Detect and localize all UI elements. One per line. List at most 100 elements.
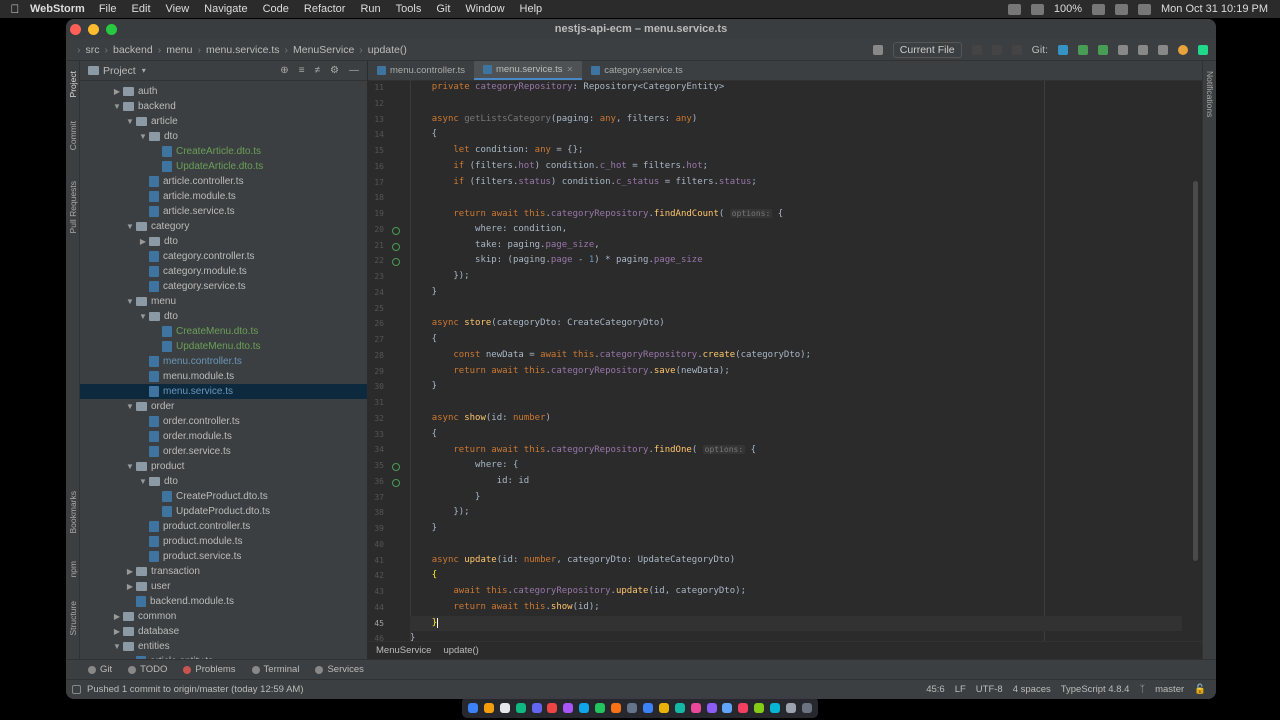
clock[interactable]: Mon Oct 31 10:19 PM bbox=[1161, 3, 1268, 15]
code-line[interactable]: } bbox=[410, 490, 480, 505]
code-line[interactable]: } bbox=[410, 379, 437, 394]
breadcrumb-item[interactable]: menu.service.ts bbox=[206, 44, 280, 56]
code-line[interactable]: const newData = await this.categoryRepos… bbox=[410, 348, 811, 363]
code-line[interactable]: where: condition, bbox=[410, 222, 567, 237]
tree-file[interactable]: ▶CreateArticle.dto.ts bbox=[80, 144, 367, 159]
chevron-right-icon[interactable]: ▶ bbox=[137, 237, 149, 246]
dock-app-icon[interactable] bbox=[706, 702, 717, 713]
code-line[interactable]: }); bbox=[410, 269, 469, 284]
tree-file[interactable]: ▶UpdateArticle.dto.ts bbox=[80, 159, 367, 174]
line-separator[interactable]: LF bbox=[955, 684, 966, 695]
tree-folder[interactable]: ▶ transaction bbox=[80, 564, 367, 579]
tree-folder[interactable]: ▼ article bbox=[80, 114, 367, 129]
caret-position[interactable]: 45:6 bbox=[926, 684, 945, 695]
git-branch[interactable]: master bbox=[1155, 684, 1184, 695]
dock-app-icon[interactable] bbox=[674, 702, 685, 713]
minimize-window-button[interactable] bbox=[88, 23, 99, 35]
tool-window-git[interactable]: Git bbox=[88, 664, 112, 675]
tree-file[interactable]: ▶product.service.ts bbox=[80, 549, 367, 564]
code-line[interactable]: return await this.categoryRepository.fin… bbox=[410, 442, 756, 457]
tree-folder[interactable]: ▶ database bbox=[80, 624, 367, 639]
editor-scrollbar[interactable] bbox=[1193, 181, 1198, 561]
history-icon[interactable] bbox=[1118, 44, 1128, 55]
menu-refactor[interactable]: Refactor bbox=[304, 3, 346, 15]
implements-gutter-icon[interactable] bbox=[392, 258, 400, 267]
tree-folder[interactable]: ▶ common bbox=[80, 609, 367, 624]
code-line[interactable]: async show(id: number) bbox=[410, 411, 551, 426]
side-tab-notifications[interactable]: Notifications bbox=[1203, 71, 1216, 117]
tree-file[interactable]: ▶order.service.ts bbox=[80, 444, 367, 459]
stop-icon[interactable] bbox=[1011, 44, 1022, 55]
code-line[interactable]: { bbox=[410, 127, 437, 142]
code-line[interactable]: let condition: any = {}; bbox=[410, 143, 583, 158]
code-line[interactable]: await this.categoryRepository.update(id,… bbox=[410, 584, 746, 599]
side-tab-npm[interactable]: npm bbox=[66, 561, 80, 578]
control-center-icon[interactable] bbox=[1138, 3, 1151, 15]
language-service[interactable]: TypeScript 4.8.4 bbox=[1061, 684, 1130, 695]
dock-app-icon[interactable] bbox=[547, 702, 558, 713]
code-line[interactable]: } bbox=[410, 521, 437, 536]
dock-app-icon[interactable] bbox=[642, 702, 653, 713]
tree-file[interactable]: ▶order.module.ts bbox=[80, 429, 367, 444]
chevron-down-icon[interactable]: ▼ bbox=[137, 477, 149, 486]
tree-file[interactable]: ▶product.controller.ts bbox=[80, 519, 367, 534]
dock-app-icon[interactable] bbox=[611, 702, 622, 713]
status-message[interactable]: Pushed 1 commit to origin/master (today … bbox=[87, 684, 304, 695]
code-line[interactable]: if (filters.status) condition.c_status =… bbox=[410, 175, 756, 190]
collapse-all-icon[interactable]: ≠ bbox=[315, 65, 321, 76]
code-line[interactable]: async update(id: number, categoryDto: Up… bbox=[410, 553, 735, 568]
menu-file[interactable]: File bbox=[99, 3, 117, 15]
code-line[interactable]: } bbox=[410, 631, 415, 641]
dock-app-icon[interactable] bbox=[579, 702, 590, 713]
dock-app-icon[interactable] bbox=[595, 702, 606, 713]
file-encoding[interactable]: UTF-8 bbox=[976, 684, 1003, 695]
tree-file[interactable]: ▶category.controller.ts bbox=[80, 249, 367, 264]
dock-app-icon[interactable] bbox=[531, 702, 542, 713]
editor-tab[interactable]: category.service.ts bbox=[582, 61, 692, 80]
tree-folder[interactable]: ▶ user bbox=[80, 579, 367, 594]
code-breadcrumb-item[interactable]: update() bbox=[443, 645, 478, 656]
editor-tab[interactable]: menu.controller.ts bbox=[368, 61, 474, 80]
dock-app-icon[interactable] bbox=[722, 702, 733, 713]
menu-run[interactable]: Run bbox=[360, 3, 380, 15]
code-line[interactable]: return await this.categoryRepository.sav… bbox=[410, 364, 729, 379]
battery-label[interactable]: 100% bbox=[1054, 3, 1082, 15]
tree-file[interactable]: ▶article.service.ts bbox=[80, 204, 367, 219]
tree-file[interactable]: ▶article.controller.ts bbox=[80, 174, 367, 189]
tree-file[interactable]: ▶product.module.ts bbox=[80, 534, 367, 549]
record-icon[interactable] bbox=[1007, 3, 1021, 15]
tool-window-todo[interactable]: TODO bbox=[128, 664, 167, 675]
apple-icon[interactable]:  bbox=[0, 2, 30, 16]
tree-file[interactable]: ▶order.controller.ts bbox=[80, 414, 367, 429]
chevron-down-icon[interactable]: ▼ bbox=[137, 312, 149, 321]
breadcrumb-item[interactable]: src bbox=[86, 44, 100, 56]
chevron-down-icon[interactable]: ▼ bbox=[124, 222, 136, 231]
tree-file[interactable]: ▶CreateProduct.dto.ts bbox=[80, 489, 367, 504]
chevron-down-icon[interactable]: ▾ bbox=[142, 66, 146, 75]
breadcrumb-item[interactable]: menu bbox=[166, 44, 192, 56]
side-tab-pull-requests[interactable]: Pull Requests bbox=[66, 181, 80, 233]
chevron-down-icon[interactable]: ▼ bbox=[124, 297, 136, 306]
user-icon[interactable] bbox=[872, 44, 883, 55]
code-area[interactable]: 11 12 13 14 15 16 17 18 19 20 21 22 23 24 25 26 27 28 29 30… bbox=[368, 81, 1202, 641]
indent-setting[interactable]: 4 spaces bbox=[1013, 684, 1051, 695]
tree-folder[interactable]: ▼ product bbox=[80, 459, 367, 474]
tree-folder[interactable]: ▼ category bbox=[80, 219, 367, 234]
dock-app-icon[interactable] bbox=[658, 702, 669, 713]
git-commit-icon[interactable] bbox=[1078, 44, 1088, 55]
menu-git[interactable]: Git bbox=[436, 3, 450, 15]
lock-icon[interactable]: 🔓 bbox=[1194, 684, 1206, 695]
app-menu[interactable]: WebStorm bbox=[30, 3, 85, 15]
implements-gutter-icon[interactable] bbox=[392, 463, 400, 471]
side-tab-project[interactable]: Project bbox=[66, 71, 80, 97]
dock-app-icon[interactable] bbox=[515, 702, 526, 713]
chevron-down-icon[interactable]: ▼ bbox=[137, 132, 149, 141]
dock-app-icon[interactable] bbox=[483, 702, 494, 713]
tree-folder[interactable]: ▶ dto bbox=[80, 234, 367, 249]
toggle-panels-icon[interactable] bbox=[72, 685, 81, 694]
chevron-right-icon[interactable]: ▶ bbox=[111, 87, 123, 96]
close-window-button[interactable] bbox=[70, 23, 81, 35]
code-line[interactable]: } bbox=[410, 285, 437, 300]
tree-folder[interactable]: ▼ entities bbox=[80, 639, 367, 654]
dock-app-icon[interactable] bbox=[738, 702, 749, 713]
